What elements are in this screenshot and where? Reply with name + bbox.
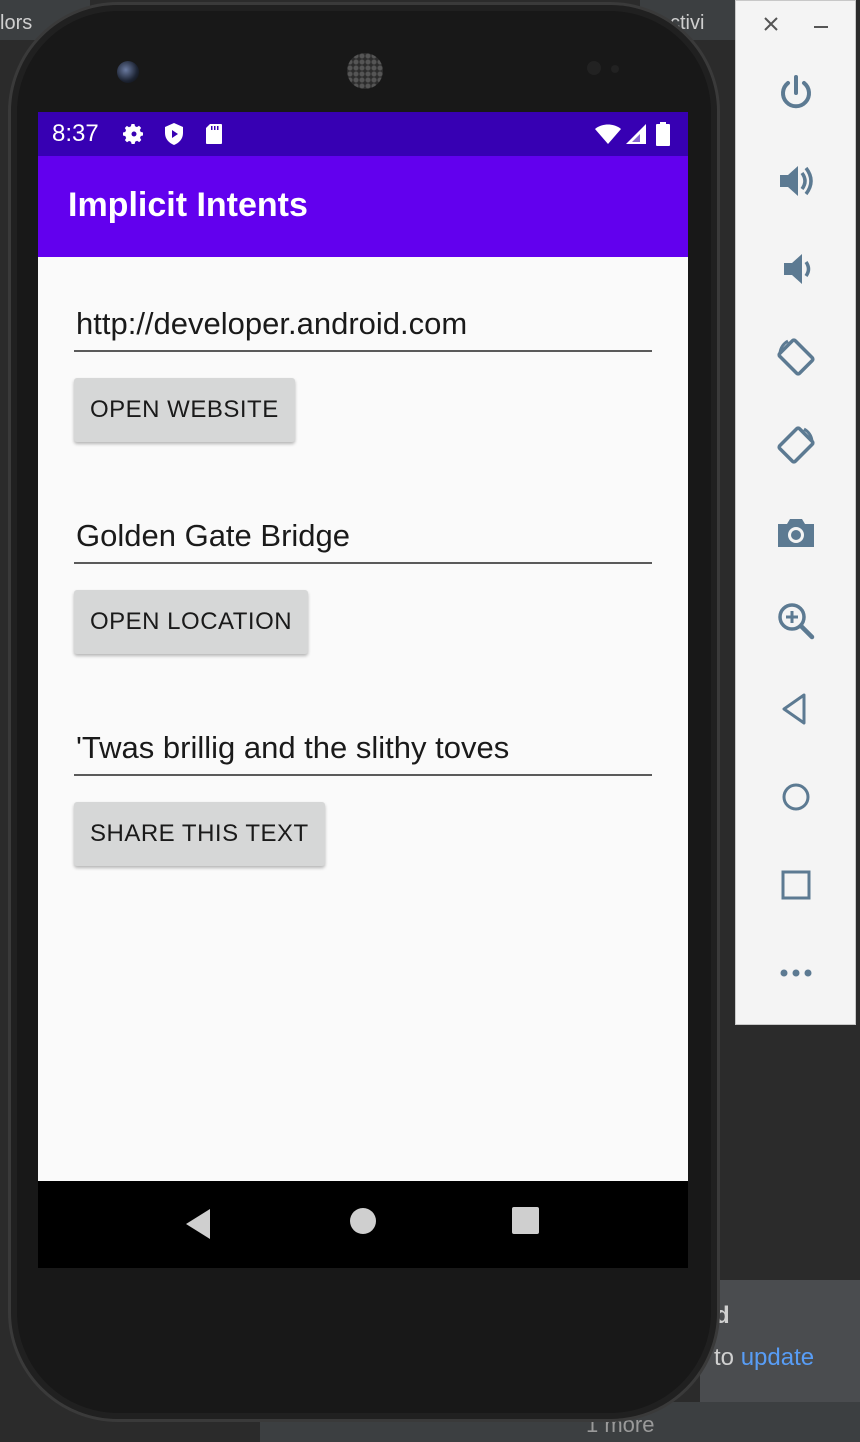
nav-overview-icon[interactable] — [512, 1207, 539, 1234]
share-text-input[interactable]: 'Twas brillig and the slithy toves — [74, 726, 652, 776]
proximity-sensor — [587, 61, 601, 75]
back-icon — [782, 693, 806, 725]
earpiece-speaker — [347, 53, 383, 89]
camera-icon — [778, 519, 814, 547]
notification-text-prefix: to — [714, 1344, 735, 1371]
minimize-icon[interactable] — [808, 11, 834, 37]
front-camera — [117, 61, 139, 83]
rotate-left-button[interactable] — [764, 325, 828, 389]
open-location-button[interactable]: OPEN LOCATION — [74, 590, 309, 654]
location-input[interactable]: Golden Gate Bridge — [74, 514, 652, 564]
emulator-side-panel — [735, 0, 856, 1025]
update-link[interactable]: update — [741, 1344, 814, 1371]
wifi-icon — [595, 124, 621, 144]
more-icon — [780, 969, 812, 977]
home-button[interactable] — [764, 765, 828, 829]
close-icon[interactable] — [758, 11, 784, 37]
ide-update-notification: d to update — [700, 1280, 860, 1402]
volume-up-icon — [780, 166, 813, 196]
status-bar: 8:37 — [38, 112, 688, 156]
zoom-button[interactable] — [764, 589, 828, 653]
rotate-left-icon — [777, 338, 815, 376]
volume-down-button[interactable] — [764, 237, 828, 301]
open-website-button[interactable]: OPEN WEBSITE — [74, 378, 295, 442]
website-input[interactable]: http://developer.android.com — [74, 302, 652, 352]
power-icon — [781, 75, 811, 109]
app-title: Implicit Intents — [68, 186, 308, 224]
cell-signal-icon — [626, 124, 646, 144]
light-sensor — [611, 65, 619, 73]
shield-icon — [165, 123, 183, 145]
power-button[interactable] — [764, 61, 828, 125]
home-icon — [782, 783, 810, 811]
nav-home-icon[interactable] — [349, 1207, 377, 1235]
notification-text: to update — [714, 1344, 814, 1372]
nav-back-icon[interactable] — [184, 1207, 212, 1241]
volume-up-button[interactable] — [764, 149, 828, 213]
overview-button[interactable] — [764, 853, 828, 917]
screenshot-button[interactable] — [764, 501, 828, 565]
overview-icon — [781, 870, 811, 900]
settings-gear-icon — [123, 124, 143, 144]
sd-card-icon — [206, 124, 222, 144]
share-text-button[interactable]: SHARE THIS TEXT — [74, 802, 325, 866]
phone-screen: 8:37 Implicit Intents http://developer.a… — [38, 112, 688, 1268]
battery-icon — [656, 122, 670, 146]
volume-down-icon — [784, 254, 811, 284]
status-time: 8:37 — [52, 120, 99, 147]
rotate-right-icon — [777, 426, 815, 464]
zoom-icon — [778, 603, 815, 640]
navigation-bar — [38, 1181, 688, 1268]
rotate-right-button[interactable] — [764, 413, 828, 477]
back-button[interactable] — [764, 677, 828, 741]
stage: lors ctivi d to update 1 more 8:37 Impli… — [0, 0, 860, 1442]
app-bar: Implicit Intents — [38, 156, 688, 257]
more-button[interactable] — [764, 941, 828, 1005]
